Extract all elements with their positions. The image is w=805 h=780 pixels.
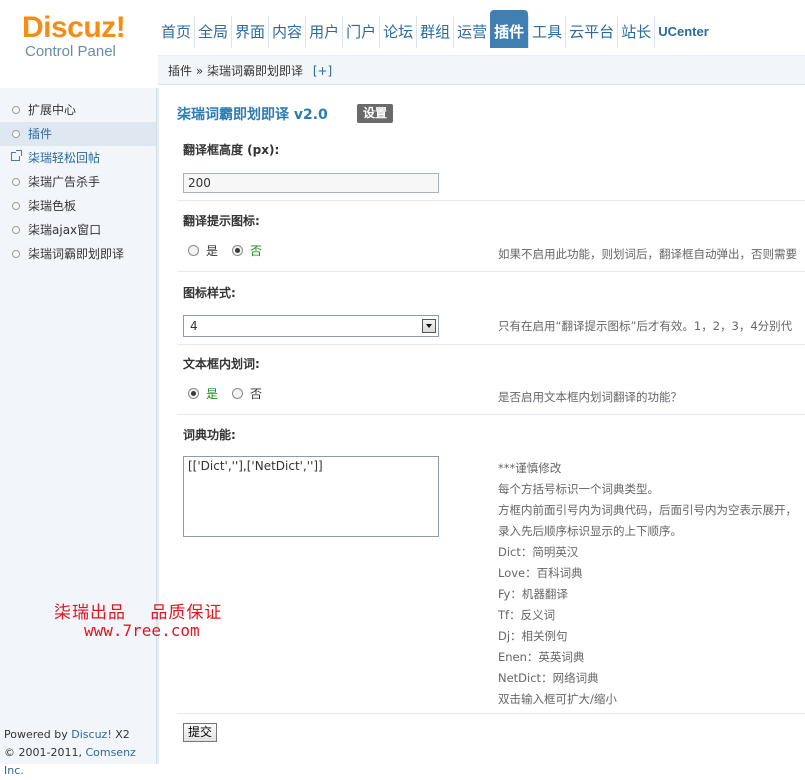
sidebar-item-color-palette[interactable]: 柒瑞色板 [0, 194, 156, 218]
icon-toggle-label: 翻译提示图标: [183, 214, 260, 228]
icon-toggle-hint: 如果不启用此功能，则划词后，翻译框自动弹出，否则需要 [498, 247, 797, 261]
icon-style-select[interactable]: 4 [183, 315, 439, 337]
powered-version: X2 [111, 728, 130, 741]
bullet-icon [12, 106, 20, 114]
bullet-icon [12, 226, 20, 234]
dict-hint-line: 双击输入框可扩大/缩小 [498, 692, 617, 706]
watermark-slogan: 柒瑞出品 品质保证 [54, 603, 223, 623]
sidebar: 扩展中心 插件 柒瑞轻松回帖 柒瑞广告杀手 柒瑞色板 柒瑞ajax窗口 柒瑞词霸… [0, 88, 159, 777]
powered-prefix: Powered by [4, 728, 72, 741]
top-nav: 首页 全局 界面 内容 用户 门户 论坛 群组 运营 插件 工具 云平台 站长 … [158, 10, 712, 48]
sidebar-item-plugins[interactable]: 插件 [0, 122, 156, 146]
sidebar-item-ad-killer[interactable]: 柒瑞广告杀手 [0, 170, 156, 194]
logo-main-text: Discuz [22, 11, 116, 44]
sidebar-item-label: 柒瑞ajax窗口 [28, 223, 102, 237]
nav-content[interactable]: 内容 [268, 16, 305, 48]
dict-hint-line: Tf：反义词 [498, 608, 556, 622]
nav-home[interactable]: 首页 [158, 16, 194, 48]
sidebar-item-label: 柒瑞词霸即划即译 [28, 247, 125, 261]
inline-yes-label[interactable]: 是 [206, 385, 218, 402]
nav-style[interactable]: 界面 [231, 16, 268, 48]
divider [177, 414, 805, 415]
dict-hint-line: Love：百科词典 [498, 566, 583, 580]
bullet-icon [12, 130, 20, 138]
nav-global[interactable]: 全局 [194, 16, 231, 48]
main-content: 柒瑞词霸即划即译 v2.0 设置 翻译框高度 (px): 翻译提示图标: 是 否… [158, 88, 805, 764]
bullet-icon [12, 250, 20, 258]
icon-toggle-yes-radio[interactable] [188, 244, 199, 256]
icon-toggle-no-label[interactable]: 否 [250, 242, 262, 259]
inline-yes-radio[interactable] [188, 387, 199, 399]
breadcrumb: 插件 » 柒瑞词霸即划即译 [+] [158, 55, 805, 85]
icon-toggle-no-radio[interactable] [232, 244, 244, 256]
dict-hint-line: Fy：机器翻译 [498, 587, 568, 601]
nav-users[interactable]: 用户 [305, 16, 342, 48]
nav-admin[interactable]: 站长 [617, 16, 654, 48]
logo-subtitle: Control Panel [25, 43, 116, 60]
icon-style-label: 图标样式: [183, 286, 236, 300]
add-to-favorites-link[interactable]: [+] [313, 64, 332, 78]
sidebar-item-label: 柒瑞轻松回帖 [28, 151, 101, 165]
discuz-logo[interactable]: Discuz! Control Panel [22, 11, 126, 61]
dict-hint-line: NetDict：网络词典 [498, 671, 599, 685]
divider [177, 344, 805, 345]
dict-hint-line: Enen：英英词典 [498, 650, 585, 664]
nav-group[interactable]: 群组 [416, 16, 453, 48]
inline-no-label[interactable]: 否 [250, 385, 262, 402]
icon-style-hint: 只有在启用“翻译提示图标”后才有效。1，2，3，4分别代 [498, 319, 793, 333]
inline-radios: 是 否 [188, 385, 276, 401]
sidebar-item-ajax-window[interactable]: 柒瑞ajax窗口 [0, 218, 156, 242]
icon-toggle-yes-label[interactable]: 是 [206, 242, 218, 259]
sidebar-item-label: 柒瑞色板 [28, 199, 77, 213]
nav-forum[interactable]: 论坛 [379, 16, 416, 48]
bullet-icon [12, 202, 20, 210]
external-link-icon [11, 150, 22, 161]
dict-label: 词典功能: [183, 428, 236, 442]
sidebar-item-extension-center[interactable]: 扩展中心 [0, 98, 156, 122]
logo-text: Discuz! [22, 11, 126, 44]
inline-no-radio[interactable] [232, 387, 244, 399]
nav-plugin[interactable]: 插件 [490, 10, 529, 48]
bullet-icon [12, 178, 20, 186]
sidebar-item-label: 插件 [28, 127, 53, 141]
nav-cloud[interactable]: 云平台 [565, 16, 617, 48]
sidebar-item-easy-reply[interactable]: 柒瑞轻松回帖 [0, 146, 156, 170]
dict-hints: ***谨慎修改 每个方括号标识一个词典类型。 方框内前面引号内为词典代码，后面引… [498, 458, 797, 710]
sidebar-item-dict-translate[interactable]: 柒瑞词霸即划即译 [0, 242, 156, 266]
dict-hint-line: 每个方括号标识一个词典类型。 [498, 482, 659, 496]
sidebar-item-label: 扩展中心 [28, 103, 77, 117]
dict-hint-line: Dict：简明英汉 [498, 545, 579, 559]
inline-hint: 是否启用文本框内划词翻译的功能？ [498, 390, 682, 404]
settings-button[interactable]: 设置 [357, 104, 394, 123]
breadcrumb-text: 插件 » 柒瑞词霸即划即译 [168, 64, 303, 78]
watermark-url: www.7ree.com [84, 621, 200, 640]
dict-hint-line: ***谨慎修改 [498, 461, 562, 475]
nav-operation[interactable]: 运营 [453, 16, 490, 48]
divider [177, 200, 805, 201]
dict-hint-line: 方框内前面引号内为词典代码，后面引号内为空表示展开， [498, 503, 797, 517]
nav-portal[interactable]: 门户 [342, 16, 379, 48]
nav-ucenter[interactable]: UCenter [654, 16, 712, 48]
inline-label: 文本框内划词: [183, 357, 260, 371]
icon-toggle-radios: 是 否 [188, 242, 276, 258]
powered-by: Powered by Discuz! X2 © 2001-2011, Comse… [4, 726, 156, 780]
dict-hint-line: 录入先后顺序标识显示的上下顺序。 [498, 524, 682, 538]
chevron-down-icon[interactable] [422, 319, 436, 333]
divider [177, 713, 805, 714]
logo-exclamation: ! [115, 11, 126, 44]
plugin-title: 柒瑞词霸即划即译 v2.0 [177, 107, 328, 123]
sidebar-item-label: 柒瑞广告杀手 [28, 175, 101, 189]
dict-textarea[interactable]: [['Dict',''],['NetDict','']] [183, 456, 439, 537]
divider [177, 271, 805, 272]
submit-button[interactable]: 提交 [183, 723, 218, 742]
icon-style-value: 4 [190, 319, 198, 333]
height-input[interactable] [183, 173, 439, 193]
discuz-link[interactable]: Discuz! [71, 728, 111, 741]
dict-hint-line: Dj：相关例句 [498, 629, 568, 643]
copyright-text: © 2001-2011, [4, 746, 86, 759]
nav-tools[interactable]: 工具 [528, 16, 565, 48]
height-label: 翻译框高度 (px): [183, 143, 280, 157]
